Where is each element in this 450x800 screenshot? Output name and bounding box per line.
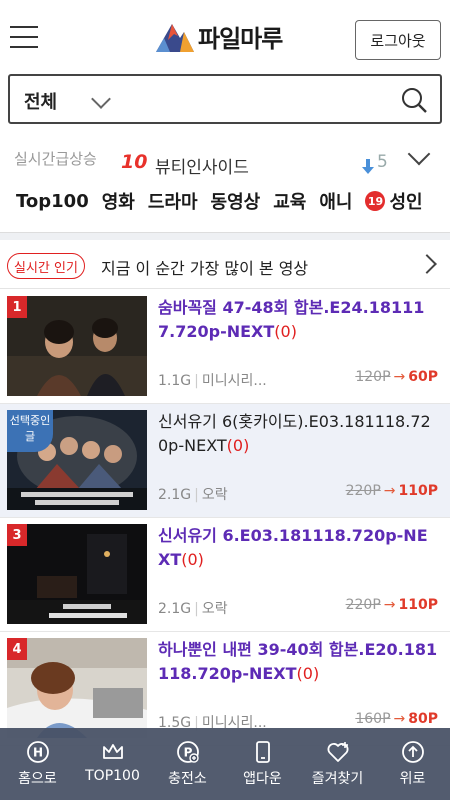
old-price: 120P <box>355 369 391 385</box>
arrow-right-icon: → <box>393 711 406 727</box>
charge-icon: P <box>176 741 199 763</box>
new-price: 110P <box>398 597 438 613</box>
svg-text:H: H <box>32 746 42 760</box>
genre: 미니시리... <box>201 373 267 389</box>
rank-badge: 1 <box>7 296 27 318</box>
item-title[interactable]: 신서유기 6.E03.181118.720p-NEXT(0) <box>158 524 438 572</box>
search-category-select[interactable]: 전체 <box>24 88 57 114</box>
nav-top100-label: TOP100 <box>85 768 140 784</box>
rank-badge: 3 <box>7 524 27 546</box>
category-adult[interactable]: 19 성인 <box>365 188 423 214</box>
item-price: 220P → 110P <box>346 483 438 499</box>
heart-plus-icon <box>327 742 348 762</box>
category-anime[interactable]: 애니 <box>319 188 352 214</box>
up-arrow-icon <box>401 741 424 763</box>
selected-post-badge: 선택중인 글 <box>7 410 53 452</box>
new-price: 80P <box>408 711 438 727</box>
nav-home[interactable]: H 홈으로 <box>0 728 75 800</box>
adult-19-icon: 19 <box>365 191 386 211</box>
section-divider <box>0 232 450 240</box>
logo-text: 파일마루 <box>198 24 283 53</box>
item-price: 220P → 110P <box>346 597 438 613</box>
rank-badge: 4 <box>7 638 27 660</box>
trending-keyword[interactable]: 뷰티인사이드 <box>155 153 249 178</box>
crown-icon <box>102 744 123 759</box>
file-size: 2.1G <box>158 601 192 617</box>
file-size: 1.1G <box>158 373 192 389</box>
old-price: 220P <box>345 597 381 613</box>
arrow-right-icon: → <box>383 483 396 499</box>
logo-mountain-icon <box>154 18 194 54</box>
category-education[interactable]: 교육 <box>273 188 306 214</box>
thumbnail[interactable]: 선택중인 글 <box>7 410 147 510</box>
logout-button[interactable]: 로그아웃 <box>355 20 441 60</box>
category-adult-label: 성인 <box>389 192 423 213</box>
item-title[interactable]: 하나뿐인 내편 39-40회 합본.E20.181118.720p-NEXT(0… <box>158 638 438 686</box>
comment-count: (0) <box>296 664 320 683</box>
nav-scroll-top[interactable]: 위로 <box>375 728 450 800</box>
nav-top100[interactable]: TOP100 <box>75 728 150 800</box>
video-list: 1 숨바꼭질 47-48회 합본.E24.181117.720p-NEXT(0)… <box>0 290 450 746</box>
item-title[interactable]: 신서유기 6(홋카이도).E03.181118.720p-NEXT(0) <box>158 410 438 458</box>
genre: 오락 <box>201 601 228 617</box>
home-icon: H <box>26 741 49 763</box>
nav-scroll-top-label: 위로 <box>399 771 426 787</box>
bottom-nav: H 홈으로 TOP100 P 충전소 앱다운 즐겨찾기 위로 <box>0 728 450 800</box>
realtime-trending[interactable]: 실시간급상승 10 뷰티인사이드 5 <box>0 140 450 178</box>
nav-favorites[interactable]: 즐겨찾기 <box>300 728 375 800</box>
category-movie[interactable]: 영화 <box>102 188 135 214</box>
category-drama[interactable]: 드라마 <box>148 188 198 214</box>
file-size: 2.1G <box>158 487 192 503</box>
menu-icon[interactable] <box>10 26 38 48</box>
genre: 오락 <box>201 487 228 503</box>
nav-charge[interactable]: P 충전소 <box>150 728 225 800</box>
comment-count: (0) <box>181 550 204 569</box>
list-item[interactable]: 1 숨바꼭질 47-48회 합본.E24.181117.720p-NEXT(0)… <box>0 290 450 404</box>
item-price: 120P → 60P <box>355 369 438 385</box>
list-item[interactable]: 3 신서유기 6.E03.181118.720p-NEXT(0) 2.1G | 오락… <box>0 518 450 632</box>
popular-text: 지금 이 순간 가장 많이 본 영상 <box>101 259 309 278</box>
arrow-right-icon: → <box>393 369 406 385</box>
trending-label: 실시간급상승 <box>14 150 97 168</box>
arrow-right-icon: → <box>383 597 396 613</box>
item-meta: 1.1G | 미니시리... <box>158 373 267 389</box>
comment-count: (0) <box>274 322 297 341</box>
chevron-down-icon[interactable] <box>91 89 111 109</box>
item-meta: 2.1G | 오락 <box>158 601 228 617</box>
nav-app-download-label: 앱다운 <box>243 771 282 787</box>
nav-charge-label: 충전소 <box>168 771 207 787</box>
old-price: 160P <box>355 711 391 727</box>
item-price: 160P → 80P <box>355 711 438 727</box>
item-title[interactable]: 숨바꼭질 47-48회 합본.E24.181117.720p-NEXT(0) <box>158 296 438 344</box>
realtime-popular-tag: 실시간 인기 <box>7 253 85 279</box>
search-bar: 전체 <box>8 74 442 124</box>
thumbnail[interactable]: 3 <box>7 524 147 624</box>
list-item-selected[interactable]: 선택중인 글 신서유기 6(홋카이도).E03.181118.720p-NEXT… <box>0 404 450 518</box>
trending-rank: 10 <box>121 151 148 173</box>
category-video[interactable]: 동영상 <box>211 188 261 214</box>
chevron-down-icon[interactable] <box>407 142 431 166</box>
item-meta: 2.1G | 오락 <box>158 487 228 503</box>
comment-count: (0) <box>226 436 250 455</box>
thumbnail[interactable]: 4 <box>7 638 147 738</box>
category-nav: Top100 영화 드라마 동영상 교육 애니 19 성인 <box>0 180 450 222</box>
app-header: 파일마루 로그아웃 <box>0 0 450 70</box>
chevron-right-icon[interactable] <box>417 254 437 274</box>
search-icon[interactable] <box>400 86 428 114</box>
thumbnail[interactable]: 1 <box>7 296 147 396</box>
new-price: 60P <box>408 369 438 385</box>
trending-change: 5 <box>377 152 388 172</box>
nav-app-download[interactable]: 앱다운 <box>225 728 300 800</box>
nav-favorites-label: 즐겨찾기 <box>311 771 364 787</box>
phone-icon <box>255 741 270 763</box>
search-input[interactable] <box>122 84 392 114</box>
logo[interactable]: 파일마루 <box>154 18 283 54</box>
category-top100[interactable]: Top100 <box>16 191 89 212</box>
nav-home-label: 홈으로 <box>18 771 57 787</box>
popular-header[interactable]: 실시간 인기 지금 이 순간 가장 많이 본 영상 <box>0 241 450 289</box>
arrow-down-icon <box>362 159 374 174</box>
old-price: 220P <box>345 483 381 499</box>
new-price: 110P <box>398 483 438 499</box>
